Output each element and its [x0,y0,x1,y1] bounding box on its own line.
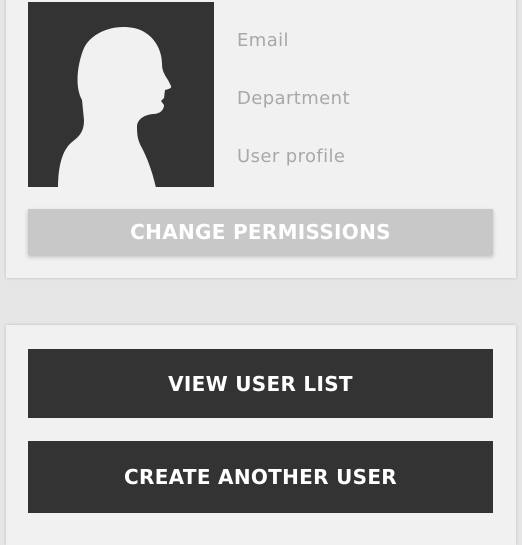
view-user-list-button[interactable]: VIEW USER LIST [28,349,493,418]
create-another-user-button[interactable]: CREATE ANOTHER USER [28,441,493,513]
user-profile-card: Email Department User profile CHANGE PER… [6,0,516,278]
user-actions-card: VIEW USER LIST CREATE ANOTHER USER [6,325,516,545]
user-silhouette-icon [58,27,172,187]
change-permissions-button[interactable]: CHANGE PERMISSIONS [28,209,493,255]
department-label: Department [237,88,350,109]
user-profile-label: User profile [237,146,346,167]
email-label: Email [237,30,289,51]
avatar [28,2,214,187]
